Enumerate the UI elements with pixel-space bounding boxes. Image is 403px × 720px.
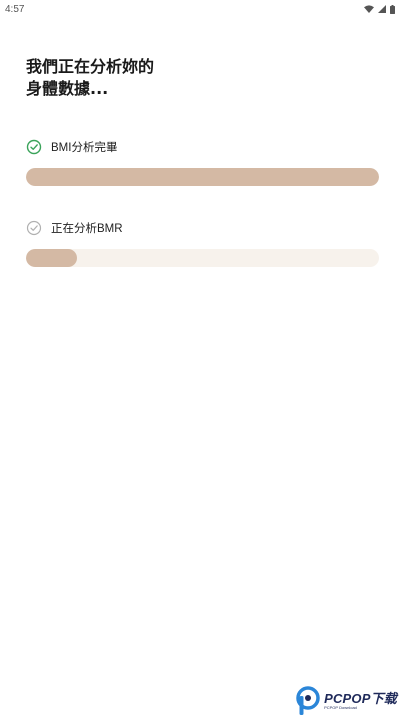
task-header: 正在分析BMR xyxy=(26,219,379,237)
check-circle-icon xyxy=(26,220,42,236)
task-label: 正在分析BMR xyxy=(51,223,123,235)
analysis-task-bmi: BMI分析完畢 xyxy=(26,138,379,186)
page-title-line-1: 我們正在分析妳的 xyxy=(26,57,155,76)
task-label: BMI分析完畢 xyxy=(51,142,118,154)
page-title-line-2: 身體數據... xyxy=(26,79,109,98)
analysis-task-bmr: 正在分析BMR xyxy=(26,219,379,267)
watermark-sub: PCPOP Download xyxy=(324,705,357,710)
progress-fill xyxy=(26,168,379,186)
status-bar: 4:57 xyxy=(0,0,403,18)
watermark-text: PCPOP下载 PCPOP Download xyxy=(324,692,397,710)
watermark-brand: PCPOP下载 xyxy=(324,691,397,706)
wifi-icon xyxy=(364,5,374,13)
progress-bar xyxy=(26,249,379,267)
task-header: BMI分析完畢 xyxy=(26,138,379,156)
progress-bar xyxy=(26,168,379,186)
signal-icon xyxy=(378,5,386,13)
status-time: 4:57 xyxy=(5,3,25,15)
check-circle-icon xyxy=(26,139,42,155)
battery-icon xyxy=(390,4,395,14)
watermark: PCPOP下载 PCPOP Download xyxy=(295,686,397,716)
status-icons xyxy=(364,4,395,14)
pcpop-logo-icon xyxy=(296,686,320,715)
progress-fill xyxy=(26,249,78,267)
page-title: 我們正在分析妳的 身體數據... xyxy=(26,56,154,100)
